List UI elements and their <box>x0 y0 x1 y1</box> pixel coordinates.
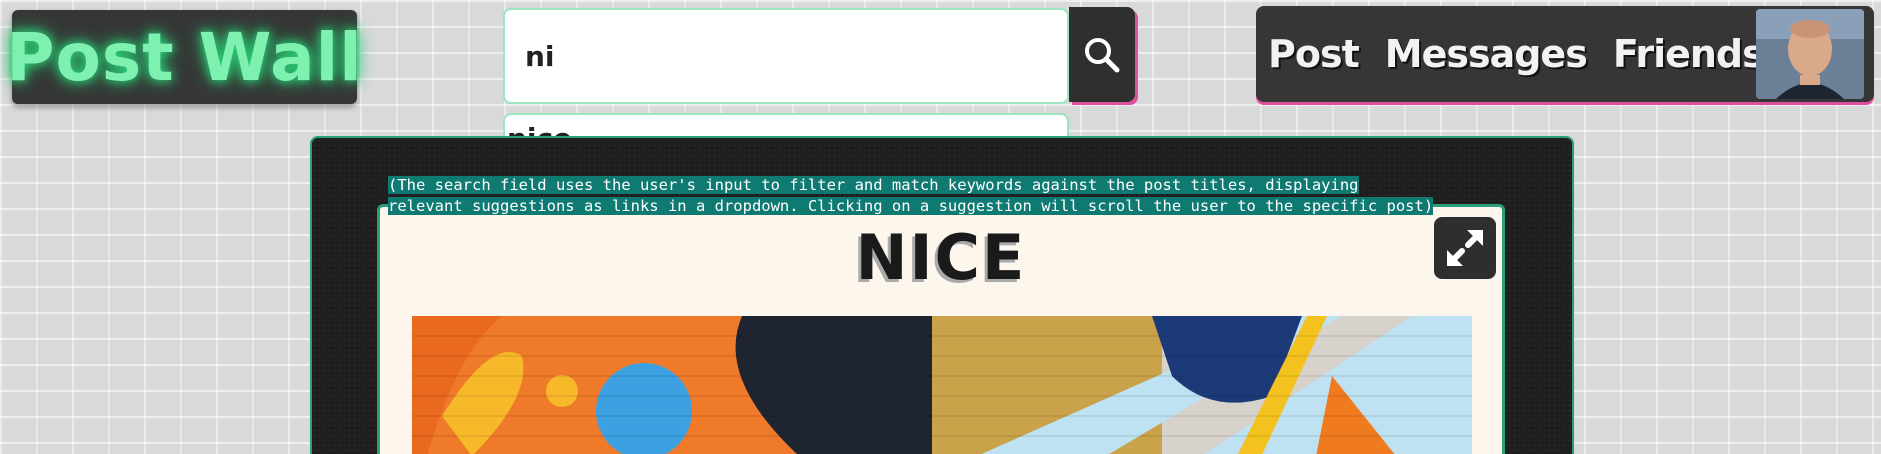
search-field[interactable] <box>503 8 1069 104</box>
feature-caption: (The search field uses the user's input … <box>388 175 1488 217</box>
logo-text: Post Wall <box>6 18 363 96</box>
nav-post-link[interactable]: Post <box>1268 32 1360 76</box>
post-card: NICE <box>377 204 1505 454</box>
post-title: NICE <box>855 221 1027 294</box>
caption-line-2: relevant suggestions as links in a dropd… <box>388 197 1434 215</box>
expand-icon <box>1447 230 1483 266</box>
search-input[interactable] <box>523 38 1067 74</box>
caption-line-1: (The search field uses the user's input … <box>388 176 1359 194</box>
avatar-photo <box>1756 9 1864 99</box>
search-button[interactable] <box>1069 7 1135 102</box>
nav-messages-link[interactable]: Messages <box>1385 32 1588 76</box>
expand-button[interactable] <box>1434 217 1496 279</box>
nav-friends-link[interactable]: Friends <box>1613 32 1765 76</box>
post-image <box>412 316 1472 454</box>
graffiti-mural <box>412 316 1472 454</box>
main-nav: Post Messages Friends <box>1256 6 1874 102</box>
user-avatar[interactable] <box>1756 9 1864 99</box>
site-logo[interactable]: Post Wall <box>6 10 362 104</box>
search-icon <box>1085 37 1120 72</box>
